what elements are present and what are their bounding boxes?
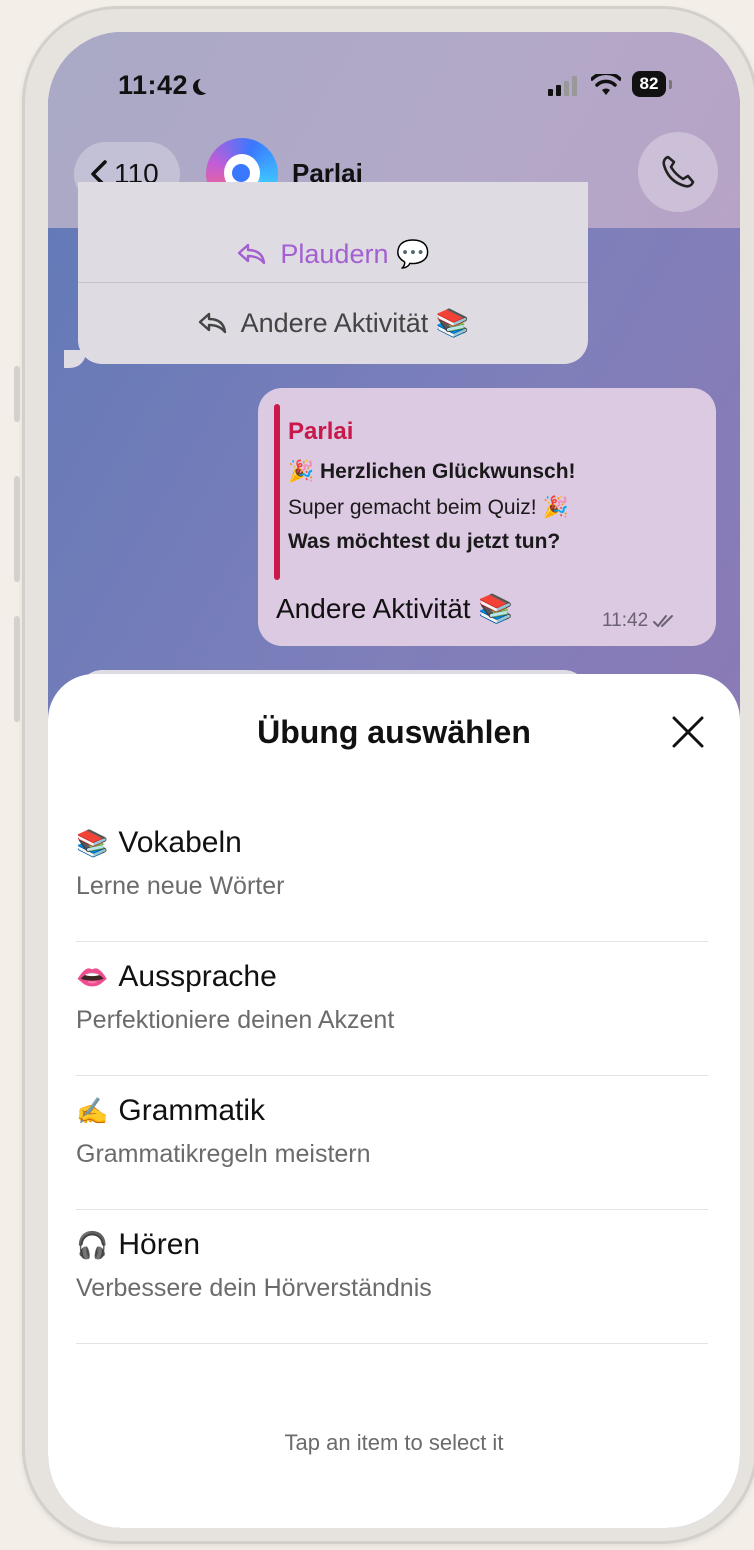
option-vokabeln[interactable]: 📚 Vokabeln Lerne neue Wörter [76,808,708,942]
quote-bar [274,404,280,580]
phone-volume-down-button [14,616,20,722]
inline-button-plaudern[interactable]: Plaudern 💬 [78,228,588,280]
quote-sender: Parlai [288,418,354,445]
writing-hand-icon: ✍️ [76,1095,109,1126]
sheet-title: Übung auswählen [257,714,531,750]
phone-side-button [14,366,20,422]
option-title: 🎧 Hören [76,1228,201,1261]
option-title: 👄 Aussprache [76,960,277,993]
outgoing-message-bubble[interactable]: Parlai 🎉 Herzlichen Glückwunsch! Super g… [258,388,716,646]
cellular-signal-icon [548,76,577,96]
option-subtitle: Lerne neue Wörter [76,872,285,900]
option-aussprache[interactable]: 👄 Aussprache Perfektioniere deinen Akzen… [76,942,708,1076]
double-check-icon [653,615,674,628]
books-icon: 📚 [76,827,109,858]
headphones-icon: 🎧 [76,1229,109,1260]
message-text: Andere Aktivität 📚 [276,593,514,624]
exercise-picker-sheet: Übung auswählen 📚 Vokabeln Lerne neue Wö… [48,674,740,1528]
quote-line: Super gemacht beim Quiz! 🎉 [288,496,569,519]
phone-volume-up-button [14,476,20,582]
quote-line: 🎉 Herzlichen Glückwunsch! [288,460,576,483]
call-button[interactable] [638,132,718,212]
lips-icon: 👄 [76,961,109,992]
option-subtitle: Grammatikregeln meistern [76,1140,371,1168]
message-time: 11:42 [602,610,678,632]
phone-screen: 11:42 82 110 Parlai Plaudern 💬 Andere Ak… [48,32,740,1528]
option-subtitle: Verbessere dein Hörverständnis [76,1274,432,1302]
option-title: 📚 Vokabeln [76,826,242,859]
wifi-icon [591,74,621,95]
inline-button-andere-aktivitaet[interactable]: Andere Aktivität 📚 [78,282,588,362]
selection-hint: Tap an item to select it [284,1430,504,1455]
quote-line: Was möchtest du jetzt tun? [288,530,561,553]
option-hoeren[interactable]: 🎧 Hören Verbessere dein Hörverständnis [76,1210,708,1344]
battery-icon: 82 [632,71,672,97]
phone-icon [662,155,695,188]
inline-button-label: Andere Aktivität 📚 [240,307,470,338]
moon-icon [198,77,214,93]
reply-arrow-icon [198,312,226,333]
reply-arrow-icon [238,243,266,265]
inline-button-label: Plaudern 💬 [280,239,430,269]
battery-level: 82 [632,71,666,97]
option-subtitle: Perfektioniere deinen Akzent [76,1006,395,1034]
option-grammatik[interactable]: ✍️ Grammatik Grammatikregeln meistern [76,1076,708,1210]
status-time: 11:42 [118,70,214,101]
close-icon[interactable] [668,712,708,752]
option-title: ✍️ Grammatik [76,1094,266,1127]
